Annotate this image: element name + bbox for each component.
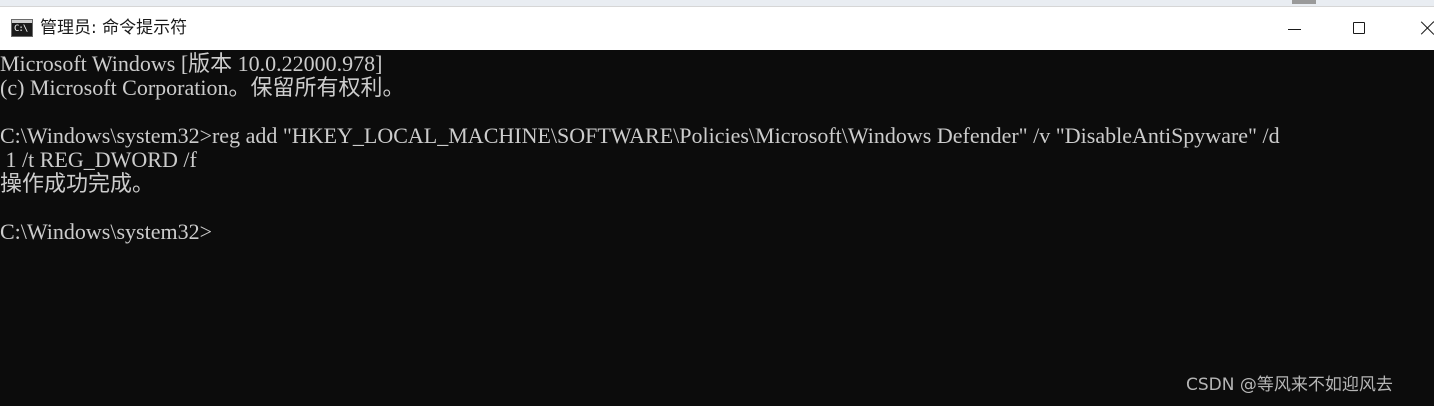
cmd-icon-glyph: C:\ bbox=[14, 24, 28, 34]
console-line: 1 /t REG_DWORD /f bbox=[0, 147, 197, 172]
maximize-icon bbox=[1353, 22, 1365, 34]
close-icon bbox=[1420, 20, 1434, 36]
close-button[interactable] bbox=[1394, 7, 1434, 50]
watermark: CSDN @等风来不如迎风去 bbox=[1186, 375, 1393, 395]
cmd-icon: C:\ bbox=[11, 19, 33, 37]
title-bar[interactable]: C:\ 管理员: 命令提示符 bbox=[0, 6, 1434, 50]
minimize-icon bbox=[1288, 29, 1301, 30]
maximize-button[interactable] bbox=[1326, 7, 1396, 50]
desktop-partial-element bbox=[1292, 0, 1316, 4]
console-output[interactable]: Microsoft Windows [版本 10.0.22000.978] (c… bbox=[0, 50, 1434, 406]
cmd-window: C:\ 管理员: 命令提示符 Microsoft Windows [版本 10.… bbox=[0, 0, 1434, 406]
console-result-line: 操作成功完成。 bbox=[0, 171, 155, 196]
console-prompt[interactable]: C:\Windows\system32> bbox=[0, 220, 212, 244]
console-command-line: C:\Windows\system32>reg add "HKEY_LOCAL_… bbox=[0, 123, 1280, 148]
minimize-button[interactable] bbox=[1262, 7, 1332, 50]
window-title: 管理员: 命令提示符 bbox=[40, 18, 188, 38]
console-line: Microsoft Windows [版本 10.0.22000.978] bbox=[0, 51, 383, 76]
console-line: (c) Microsoft Corporation。保留所有权利。 bbox=[0, 75, 405, 100]
